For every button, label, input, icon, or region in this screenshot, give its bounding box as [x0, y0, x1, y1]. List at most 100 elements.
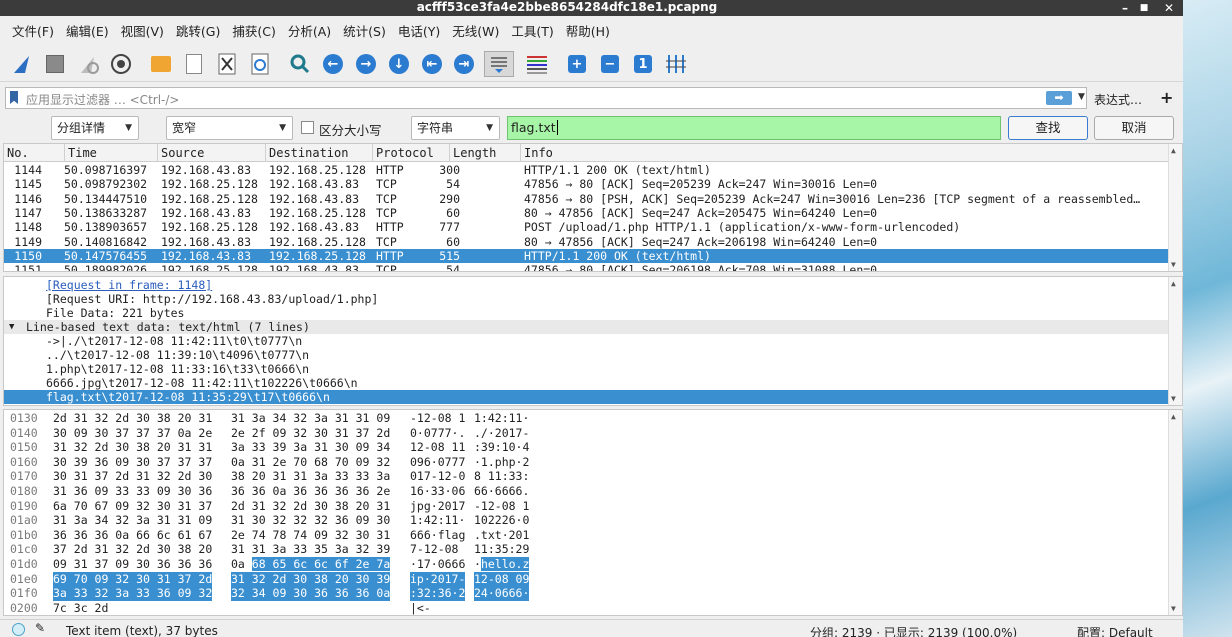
- filter-dropdown-icon[interactable]: ▼: [1078, 92, 1085, 102]
- file-icon[interactable]: [181, 51, 207, 77]
- detail-row[interactable]: 6666.jpg\t2017-12-08 11:42:11\t102226\t0…: [4, 376, 1169, 390]
- resize-columns-icon[interactable]: [663, 51, 689, 77]
- last-packet-icon[interactable]: ⇥: [451, 51, 477, 77]
- column-header-no[interactable]: No.: [4, 144, 65, 162]
- find-button[interactable]: 查找: [1008, 116, 1088, 140]
- tree-expanded-icon[interactable]: ▼: [9, 320, 14, 334]
- menu-file[interactable]: 文件(F): [6, 21, 60, 40]
- column-header-destination[interactable]: Destination: [266, 144, 373, 162]
- hex-row[interactable]: 01b0 36 36 36 0a 66 6c 61 67 2e 74 78 74 0…: [4, 528, 1169, 543]
- bytes-scrollbar[interactable]: ▲ ▼: [1168, 410, 1182, 615]
- go-to-packet-icon[interactable]: ↓: [386, 51, 412, 77]
- hex-row[interactable]: 01e0 69 70 09 32 30 31 37 2d 31 32 2d 30 3…: [4, 571, 1169, 587]
- search-scope-select[interactable]: 分组详情 ▼: [51, 116, 139, 140]
- menu-tools[interactable]: 工具(T): [505, 21, 559, 40]
- open-file-icon[interactable]: [148, 51, 174, 77]
- detail-row-expanded[interactable]: ▼ Line-based text data: text/html (7 lin…: [4, 320, 1169, 334]
- minimize-button[interactable]: –: [1117, 0, 1133, 16]
- hex-row[interactable]: 0160 30 39 36 09 30 37 37 37 0a 31 2e 70 6…: [4, 455, 1169, 470]
- search-input[interactable]: flag.txt: [507, 116, 1001, 140]
- detail-row[interactable]: [Request URI: http://192.168.43.83/uploa…: [4, 292, 1169, 306]
- edit-comment-icon[interactable]: ✎: [35, 621, 45, 635]
- menu-help[interactable]: 帮助(H): [560, 21, 616, 40]
- expression-button[interactable]: 表达式…: [1094, 91, 1142, 108]
- packet-row[interactable]: 1150 50.147576455 192.168.43.83 192.168.25.…: [4, 248, 1169, 263]
- find-packet-icon[interactable]: [287, 51, 313, 77]
- status-profile[interactable]: 配置: Default: [1077, 624, 1153, 637]
- detail-row[interactable]: 1.php\t2017-12-08 11:33:16\t33\t0666\n: [4, 362, 1169, 376]
- go-back-icon[interactable]: ←: [320, 51, 346, 77]
- detail-row[interactable]: File Data: 221 bytes: [4, 306, 1169, 320]
- restart-icon[interactable]: [75, 51, 101, 77]
- packet-row[interactable]: 1146 50.134447510 192.168.25.128 192.168.43…: [4, 192, 1169, 206]
- detail-row[interactable]: ->|./\t2017-12-08 11:42:11\t0\t0777\n: [4, 334, 1169, 348]
- search-type-select[interactable]: 字符串 ▼: [411, 116, 500, 140]
- maximize-button[interactable]: ■: [1136, 0, 1152, 16]
- hex-row[interactable]: 0140 30 09 30 37 37 37 0a 2e 2e 2f 09 32 3…: [4, 426, 1169, 441]
- column-header-info[interactable]: Info: [521, 144, 1169, 162]
- scroll-down-icon[interactable]: ▼: [1171, 604, 1176, 613]
- packet-details[interactable]: [Request in frame: 1148] [Request URI: h…: [3, 276, 1183, 406]
- packet-row[interactable]: 1149 50.140816842 192.168.43.83 192.168.25.…: [4, 235, 1169, 249]
- menu-view[interactable]: 视图(V): [115, 21, 170, 40]
- hex-row[interactable]: 0130 2d 31 32 2d 30 38 20 31 31 3a 34 32 3…: [4, 411, 1169, 426]
- cancel-button[interactable]: 取消: [1094, 116, 1174, 140]
- column-header-source[interactable]: Source: [158, 144, 266, 162]
- request-in-frame-link[interactable]: [Request in frame: 1148]: [46, 278, 212, 292]
- close-window-button[interactable]: ✕: [1161, 0, 1177, 16]
- capture-options-icon[interactable]: [108, 51, 134, 77]
- scroll-up-icon[interactable]: ▲: [1171, 279, 1176, 288]
- autoscroll-icon[interactable]: [484, 51, 514, 77]
- hex-row[interactable]: 01a0 31 3a 34 32 3a 31 31 09 31 30 32 32 3…: [4, 513, 1169, 528]
- menu-go[interactable]: 跳转(G): [170, 21, 226, 40]
- detail-row-selected[interactable]: flag.txt\t2017-12-08 11:35:29\t17\t0666\…: [4, 390, 1169, 404]
- menu-wireless[interactable]: 无线(W): [446, 21, 505, 40]
- packet-row[interactable]: 1145 50.098792302 192.168.25.128 192.168.43…: [4, 177, 1169, 191]
- hex-row[interactable]: 01c0 37 2d 31 32 2d 30 38 20 31 31 3a 33 3…: [4, 542, 1169, 557]
- menu-capture[interactable]: 捕获(C): [226, 21, 281, 40]
- first-packet-icon[interactable]: ⇤: [419, 51, 445, 77]
- column-header-time[interactable]: Time: [65, 144, 158, 162]
- scroll-down-icon[interactable]: ▼: [1171, 260, 1176, 269]
- display-filter-input[interactable]: 应用显示过滤器 … <Ctrl-/> ➡ ▼: [5, 87, 1087, 109]
- colorize-icon[interactable]: [524, 51, 550, 77]
- reload-icon[interactable]: [247, 51, 273, 77]
- menu-analyze[interactable]: 分析(A): [282, 21, 337, 40]
- packet-row[interactable]: 1144 50.098716397 192.168.43.83 192.168.25.…: [4, 163, 1169, 177]
- packet-list[interactable]: No. Time Source Destination Protocol Len…: [3, 143, 1183, 272]
- zoom-out-icon[interactable]: −: [597, 51, 623, 77]
- packet-list-scrollbar[interactable]: ▲ ▼: [1168, 144, 1182, 271]
- hex-row[interactable]: 0200 7c 3c 2d |<-: [4, 601, 1169, 615]
- menu-edit[interactable]: 编辑(E): [60, 21, 115, 40]
- hex-row[interactable]: 0170 30 31 37 2d 31 32 2d 30 38 20 31 31 3…: [4, 469, 1169, 484]
- scroll-up-icon[interactable]: ▲: [1171, 146, 1176, 155]
- hex-row[interactable]: 0190 6a 70 67 09 32 30 31 37 2d 31 32 2d 3…: [4, 499, 1169, 514]
- apply-filter-arrow-icon[interactable]: ➡: [1046, 91, 1072, 105]
- scroll-up-icon[interactable]: ▲: [1171, 412, 1176, 421]
- packet-row[interactable]: 1148 50.138903657 192.168.25.128 192.168.43…: [4, 220, 1169, 234]
- scroll-down-icon[interactable]: ▼: [1171, 394, 1176, 403]
- column-header-protocol[interactable]: Protocol: [373, 144, 450, 162]
- menu-statistics[interactable]: 统计(S): [337, 21, 392, 40]
- bookmark-icon[interactable]: [10, 91, 18, 104]
- go-forward-icon[interactable]: →: [353, 51, 379, 77]
- stop-icon[interactable]: [42, 51, 68, 77]
- add-filter-button[interactable]: +: [1160, 88, 1173, 107]
- close-file-icon[interactable]: [214, 51, 240, 77]
- zoom-in-icon[interactable]: +: [564, 51, 590, 77]
- case-sensitive-checkbox[interactable]: [301, 121, 314, 134]
- hex-row[interactable]: 0150 31 32 2d 30 38 20 31 31 3a 33 39 3a 3…: [4, 440, 1169, 455]
- detail-row[interactable]: ../\t2017-12-08 11:39:10\t4096\t0777\n: [4, 348, 1169, 362]
- hex-row[interactable]: 0180 31 36 09 33 33 09 30 36 36 36 0a 36 3…: [4, 484, 1169, 499]
- column-header-length[interactable]: Length: [450, 144, 521, 162]
- expert-info-icon[interactable]: [12, 623, 25, 636]
- details-scrollbar[interactable]: ▲ ▼: [1168, 277, 1182, 405]
- packet-bytes[interactable]: 0130 2d 31 32 2d 30 38 20 31 31 3a 34 32 3…: [3, 409, 1183, 616]
- hex-row[interactable]: 01f0 3a 33 32 3a 33 36 09 32 32 34 09 30 3…: [4, 586, 1169, 602]
- charset-select[interactable]: 宽窄 ▼: [166, 116, 293, 140]
- packet-row[interactable]: 1151 50.189982026 192.168.25.128 192.168.43…: [4, 263, 1169, 271]
- hex-row[interactable]: 01d0 09 31 37 09 30 36 36 36 0a 68 65 6c 6…: [4, 557, 1169, 572]
- menu-telephony[interactable]: 电话(Y): [392, 21, 446, 40]
- detail-row[interactable]: [Request in frame: 1148]: [4, 278, 1169, 292]
- packet-row[interactable]: 1147 50.138633287 192.168.43.83 192.168.25.…: [4, 206, 1169, 220]
